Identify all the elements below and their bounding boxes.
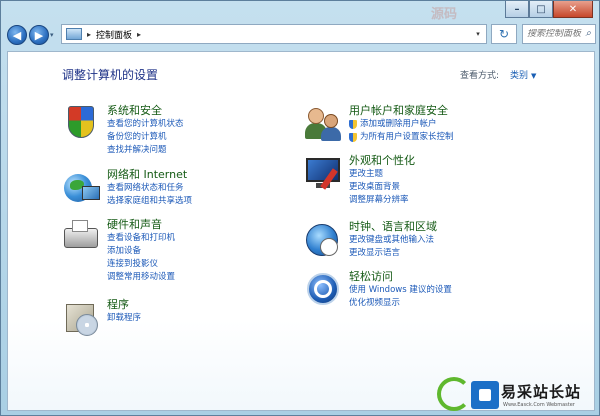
uac-shield-icon <box>349 133 357 142</box>
watermark-url: Www.Easck.Com Webmaster <box>503 402 575 408</box>
category-clock-language-region: 时钟、语言和区域 更改键盘或其他输入法 更改显示语言 <box>304 220 437 260</box>
category-title[interactable]: 网络和 Internet <box>107 168 192 182</box>
users-icon[interactable] <box>304 104 344 144</box>
category-title[interactable]: 用户帐户和家庭安全 <box>349 104 454 118</box>
task-link[interactable]: 查看设备和打印机 <box>107 232 175 245</box>
category-hardware-sound: 硬件和声音 查看设备和打印机 添加设备 连接到投影仪 调整常用移动设置 <box>62 218 175 284</box>
maximize-button[interactable]: □ <box>529 1 553 18</box>
navigation-bar: ◀ ▶ ▾ ▸ 控制面板 ▸ ▾ ↻ ⌕ <box>1 21 599 49</box>
category-network-internet: 网络和 Internet 查看网络状态和任务 选择家庭组和共享选项 <box>62 168 192 208</box>
address-dropdown-icon[interactable]: ▾ <box>470 25 486 43</box>
recent-pages-dropdown[interactable]: ▾ <box>50 31 54 39</box>
category-title[interactable]: 时钟、语言和区域 <box>349 220 437 234</box>
page-title: 调整计算机的设置 <box>62 68 159 82</box>
search-icon[interactable]: ⌕ <box>585 28 591 39</box>
task-link[interactable]: 卸载程序 <box>107 312 141 325</box>
view-by-label: 查看方式: <box>460 71 500 81</box>
accessibility-icon[interactable] <box>304 270 344 310</box>
breadcrumb-control-panel[interactable]: 控制面板 <box>96 28 132 41</box>
background-decoration: 源码 <box>431 7 458 22</box>
task-link[interactable]: 优化视频显示 <box>349 297 452 310</box>
uac-shield-icon <box>349 120 357 129</box>
category-title[interactable]: 程序 <box>107 298 141 312</box>
close-button[interactable]: ✕ <box>553 1 593 18</box>
back-button[interactable]: ◀ <box>7 25 27 45</box>
task-link[interactable]: 使用 Windows 建议的设置 <box>349 284 452 297</box>
category-title[interactable]: 外观和个性化 <box>349 154 415 168</box>
category-ease-of-access: 轻松访问 使用 Windows 建议的设置 优化视频显示 <box>304 270 452 310</box>
caption-buttons: – □ ✕ <box>505 1 593 19</box>
chevron-down-icon[interactable]: ▼ <box>531 72 536 80</box>
category-user-accounts: 用户帐户和家庭安全 添加或删除用户帐户 为所有用户设置家长控制 <box>304 104 454 144</box>
watermark-logo-icon <box>437 377 471 411</box>
task-link[interactable]: 添加设备 <box>107 245 175 258</box>
task-link[interactable]: 连接到投影仪 <box>107 258 175 271</box>
category-title[interactable]: 硬件和声音 <box>107 218 175 232</box>
task-link[interactable]: 查看网络状态和任务 <box>107 182 192 195</box>
content-pane: 调整计算机的设置 查看方式: 类别 ▼ 系统和安全 查看您的计算机状态 备份您的计… <box>7 51 595 411</box>
minimize-button[interactable]: – <box>505 1 529 18</box>
task-link[interactable]: 添加或删除用户帐户 <box>360 118 437 131</box>
control-panel-icon <box>66 28 82 40</box>
task-link[interactable]: 更改键盘或其他输入法 <box>349 234 437 247</box>
task-link[interactable]: 调整屏幕分辨率 <box>349 194 415 207</box>
search-input[interactable] <box>527 29 583 39</box>
category-appearance: 外观和个性化 更改主题 更改桌面背景 调整屏幕分辨率 <box>304 154 415 207</box>
watermark-text: 易采站长站 <box>501 383 582 401</box>
category-programs: 程序 卸载程序 <box>62 298 141 338</box>
network-globe-icon[interactable] <box>62 168 102 208</box>
clock-globe-icon[interactable] <box>304 220 344 260</box>
view-by-dropdown[interactable]: 类别 ▼ <box>510 68 536 81</box>
watermark-box-icon <box>471 381 499 409</box>
programs-icon[interactable] <box>62 298 102 338</box>
breadcrumb-separator-icon[interactable]: ▸ <box>87 30 91 39</box>
printer-icon[interactable] <box>62 218 102 258</box>
task-link[interactable]: 备份您的计算机 <box>107 131 184 144</box>
view-by-value[interactable]: 类别 <box>510 71 528 81</box>
breadcrumb-separator-icon[interactable]: ▸ <box>137 30 141 39</box>
task-link[interactable]: 查看您的计算机状态 <box>107 118 184 131</box>
category-title[interactable]: 系统和安全 <box>107 104 184 118</box>
search-box[interactable]: ⌕ <box>522 24 596 44</box>
control-panel-window: 源码 – □ ✕ ◀ ▶ ▾ ▸ 控制面板 ▸ ▾ ↻ ⌕ 调整计算机的设置 查… <box>0 0 600 416</box>
task-link[interactable]: 更改桌面背景 <box>349 181 415 194</box>
task-link[interactable]: 选择家庭组和共享选项 <box>107 195 192 208</box>
display-icon[interactable] <box>304 154 344 194</box>
task-link[interactable]: 更改显示语言 <box>349 247 437 260</box>
category-title[interactable]: 轻松访问 <box>349 270 452 284</box>
task-link[interactable]: 为所有用户设置家长控制 <box>360 131 454 144</box>
task-link[interactable]: 查找并解决问题 <box>107 144 184 157</box>
refresh-button[interactable]: ↻ <box>491 24 517 44</box>
shield-icon[interactable] <box>62 104 102 144</box>
address-bar[interactable]: ▸ 控制面板 ▸ ▾ <box>61 24 487 44</box>
task-link[interactable]: 更改主题 <box>349 168 415 181</box>
forward-button[interactable]: ▶ <box>29 25 49 45</box>
task-link[interactable]: 调整常用移动设置 <box>107 271 175 284</box>
category-system-security: 系统和安全 查看您的计算机状态 备份您的计算机 查找并解决问题 <box>62 104 184 157</box>
